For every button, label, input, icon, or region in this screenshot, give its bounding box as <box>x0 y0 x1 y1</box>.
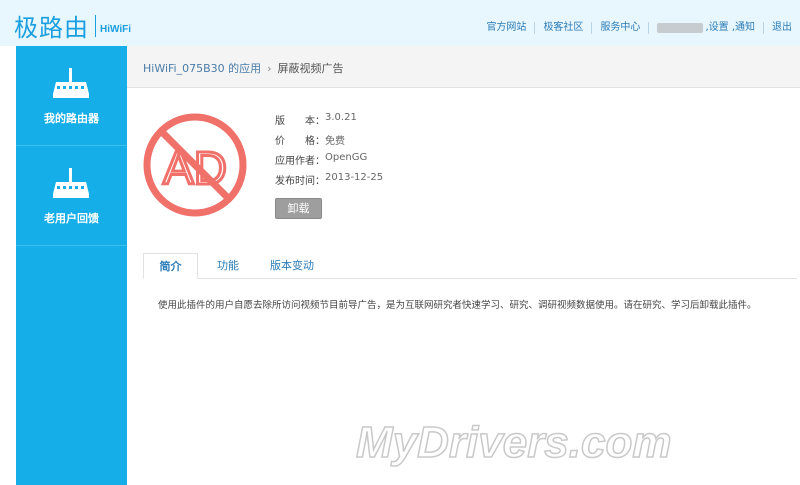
sidebar: 我的路由器 老用户回馈 <box>16 46 127 485</box>
breadcrumb: HiWiFi_075B30 的应用 › 屏蔽视频广告 <box>143 60 344 76</box>
sidebar-item-user-feedback[interactable]: 老用户回馈 <box>16 146 127 246</box>
mydrivers-watermark: MyDrivers.com <box>355 417 672 468</box>
breadcrumb-apps-link[interactable]: HiWiFi_075B30 的应用 <box>143 60 261 76</box>
logo-text-en: HiWiFi <box>100 24 132 35</box>
tab-features[interactable]: 功能 <box>213 253 243 279</box>
detail-value: 免费 <box>325 136 345 147</box>
detail-key: 发布时间： <box>275 176 325 187</box>
top-links: 官方网站 极客社区 服务中心 ,设置 ,通知 退出 <box>478 22 794 34</box>
link-geek-community[interactable]: 极客社区 <box>535 22 593 34</box>
router-icon <box>53 68 89 98</box>
detail-key: 价 格： <box>275 136 325 147</box>
detail-key: 应用作者： <box>275 156 325 167</box>
tab-intro[interactable]: 简介 <box>143 253 198 279</box>
blurred-username <box>657 23 704 33</box>
breadcrumb-bar: HiWiFi_075B30 的应用 › 屏蔽视频广告 <box>127 46 800 88</box>
sidebar-item-label: 我的路由器 <box>44 112 99 125</box>
detail-price: 价 格： 免费 <box>275 132 383 152</box>
top-header: 极路由 HiWiFi 官方网站 极客社区 服务中心 ,设置 ,通知 退出 <box>0 0 800 46</box>
detail-key: 版 本： <box>275 116 325 127</box>
user-links: ,设置 ,通知 <box>705 22 764 34</box>
breadcrumb-current: 屏蔽视频广告 <box>277 62 344 75</box>
detail-value: OpenGG <box>325 152 368 163</box>
no-ad-icon: AD <box>143 113 247 217</box>
sidebar-item-my-router[interactable]: 我的路由器 <box>16 46 127 146</box>
hiwifi-logo[interactable]: 极路由 HiWiFi <box>14 8 131 43</box>
logo-text-cn: 极路由 <box>14 14 89 42</box>
detail-author: 应用作者： OpenGG <box>275 152 383 172</box>
detail-value: 3.0.21 <box>325 112 357 123</box>
app-description: 使用此插件的用户自愿去除所访问视频节目前导广告，是为互联网研究者快速学习、研究、… <box>158 300 757 311</box>
link-service-center[interactable]: 服务中心 <box>592 22 650 34</box>
logo-divider <box>95 14 96 37</box>
logout-link[interactable]: 退出 <box>764 22 794 34</box>
breadcrumb-separator: › <box>267 61 272 75</box>
ad-icon-text: AD <box>163 142 227 194</box>
app-details: 版 本： 3.0.21 价 格： 免费 应用作者： OpenGG 发布时间： 2… <box>275 112 383 192</box>
tab-bar: 简介 功能 版本变动 <box>143 253 797 279</box>
link-notifications[interactable]: ,通知 <box>732 22 755 33</box>
router-icon <box>53 168 89 198</box>
sidebar-item-label: 老用户回馈 <box>44 212 99 225</box>
tab-changelog[interactable]: 版本变动 <box>267 253 317 279</box>
detail-value: 2013-12-25 <box>325 172 384 183</box>
link-official-site[interactable]: 官方网站 <box>478 22 536 34</box>
uninstall-button[interactable]: 卸载 <box>275 198 322 219</box>
detail-version: 版 本： 3.0.21 <box>275 112 383 132</box>
link-settings[interactable]: ,设置 <box>705 22 728 33</box>
detail-release-date: 发布时间： 2013-12-25 <box>275 172 383 192</box>
